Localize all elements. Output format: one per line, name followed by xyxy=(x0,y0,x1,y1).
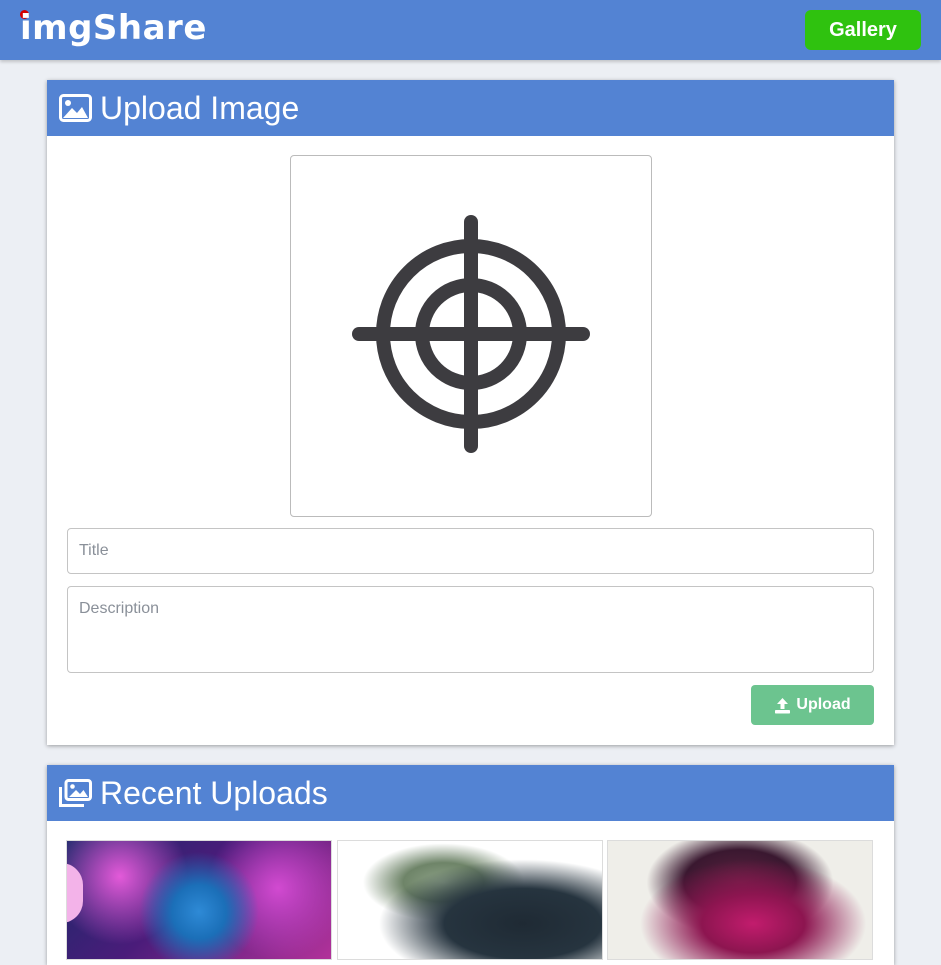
images-icon xyxy=(59,779,92,807)
recent-uploads-card: Recent Uploads xyxy=(47,765,894,965)
upload-button[interactable]: Upload xyxy=(751,685,874,725)
thumbnail-cosmic-wolf[interactable] xyxy=(607,840,873,960)
crosshair-icon xyxy=(351,214,591,459)
description-input[interactable] xyxy=(67,586,874,673)
upload-card-header: Upload Image xyxy=(47,80,894,136)
top-navbar: imgShare Gallery xyxy=(0,0,941,60)
site-logo[interactable]: imgShare xyxy=(20,8,207,48)
recent-card-title: Recent Uploads xyxy=(100,774,328,811)
recent-card-header: Recent Uploads xyxy=(47,765,894,821)
upload-card: Upload Image Upload xyxy=(47,80,894,745)
thumbnail-cosmic-lion[interactable] xyxy=(66,840,332,960)
upload-button-label: Upload xyxy=(796,696,851,713)
image-icon xyxy=(59,94,92,122)
image-drop-zone[interactable] xyxy=(290,155,652,517)
upload-icon xyxy=(774,697,791,714)
planet-decoration xyxy=(67,863,83,923)
recent-thumbnails xyxy=(66,840,875,960)
gallery-button[interactable]: Gallery xyxy=(805,10,921,50)
upload-card-title: Upload Image xyxy=(100,89,300,126)
thumbnail-watercolor-animal[interactable] xyxy=(337,840,603,960)
title-input[interactable] xyxy=(67,528,874,574)
